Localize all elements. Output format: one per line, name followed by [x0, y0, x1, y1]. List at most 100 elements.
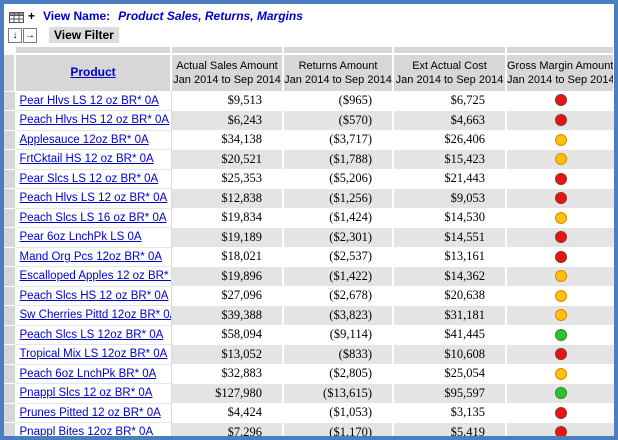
- row-handle: [4, 130, 15, 150]
- product-link[interactable]: Tropical Mix LS 12oz BR* 0A: [20, 348, 168, 360]
- returns-cell: ($1,424): [283, 208, 393, 228]
- product-cell: Peach 6oz LnchPk BR* 0A: [15, 364, 171, 384]
- report-titlebar: + View Name: Product Sales, Returns, Mar…: [4, 4, 614, 24]
- product-cell: Peach Slcs LS 12oz BR* 0A: [15, 325, 171, 345]
- actual-sales-cell: $39,388: [171, 306, 283, 326]
- product-link[interactable]: Peach Hlvs HS 12 oz BR* 0A: [20, 114, 170, 126]
- row-handle: [4, 189, 15, 209]
- returns-cell: ($5,206): [283, 169, 393, 189]
- expand-plus-icon[interactable]: +: [28, 10, 35, 22]
- returns-cell: ($9,114): [283, 325, 393, 345]
- status-yellow-circle-icon: [555, 290, 567, 302]
- ext-actual-cost-cell: $6,725: [393, 91, 506, 111]
- gross-margin-cell: [506, 364, 614, 384]
- product-link[interactable]: Escalloped Apples 12 oz BR* 0A: [20, 270, 172, 282]
- gross-margin-cell: [506, 150, 614, 170]
- ext-actual-cost-cell: $26,406: [393, 130, 506, 150]
- gross-margin-cell: [506, 345, 614, 365]
- column-header-ext-actual-cost: Ext Actual Cost Jan 2014 to Sep 2014: [393, 54, 506, 91]
- product-cell: Pnappl Slcs 12 oz BR* 0A: [15, 384, 171, 404]
- table-row: Peach Hlvs LS 12 oz BR* 0A$12,838($1,256…: [4, 189, 614, 209]
- row-handle: [4, 228, 15, 248]
- actual-sales-cell: $13,052: [171, 345, 283, 365]
- ext-actual-cost-cell: $95,597: [393, 384, 506, 404]
- status-red-circle-icon: [555, 231, 567, 243]
- product-cell: Tropical Mix LS 12oz BR* 0A: [15, 345, 171, 365]
- table-row: Peach Slcs LS 16 oz BR* 0A$19,834($1,424…: [4, 208, 614, 228]
- product-link[interactable]: Applesauce 12oz BR* 0A: [20, 134, 149, 146]
- table-row: Escalloped Apples 12 oz BR* 0A$19,896($1…: [4, 267, 614, 287]
- row-handle: [4, 169, 15, 189]
- corner-cell: [4, 54, 15, 91]
- product-link[interactable]: FrtCktail HS 12 oz BR* 0A: [20, 153, 154, 165]
- product-link[interactable]: Pear 6oz LnchPk LS 0A: [20, 231, 142, 243]
- returns-cell: ($1,170): [283, 423, 393, 440]
- gross-margin-cell: [506, 91, 614, 111]
- gross-margin-cell: [506, 306, 614, 326]
- product-link[interactable]: Prunes Pitted 12 oz BR* 0A: [20, 407, 161, 419]
- ext-actual-cost-cell: $41,445: [393, 325, 506, 345]
- actual-sales-cell: $20,521: [171, 150, 283, 170]
- product-cell: FrtCktail HS 12 oz BR* 0A: [15, 150, 171, 170]
- product-link[interactable]: Mand Org Pcs 12oz BR* 0A: [20, 251, 163, 263]
- product-cell: Peach Hlvs HS 12 oz BR* 0A: [15, 111, 171, 131]
- returns-cell: ($3,717): [283, 130, 393, 150]
- status-yellow-circle-icon: [555, 309, 567, 321]
- row-handle: [4, 423, 15, 440]
- product-link[interactable]: Pear Slcs LS 12 oz BR* 0A: [20, 173, 159, 185]
- status-green-circle-icon: [555, 329, 567, 341]
- returns-cell: ($2,805): [283, 364, 393, 384]
- ext-actual-cost-cell: $9,053: [393, 189, 506, 209]
- row-handle: [4, 150, 15, 170]
- column-header-product[interactable]: Product: [15, 54, 171, 91]
- actual-sales-cell: $7,296: [171, 423, 283, 440]
- row-handle: [4, 91, 15, 111]
- table-row: Mand Org Pcs 12oz BR* 0A$18,021($2,537)$…: [4, 247, 614, 267]
- row-handle: [4, 384, 15, 404]
- actual-sales-cell: $127,980: [171, 384, 283, 404]
- sort-right-arrow-icon[interactable]: →: [23, 28, 37, 43]
- table-row: Peach 6oz LnchPk BR* 0A$32,883($2,805)$2…: [4, 364, 614, 384]
- row-handle: [4, 325, 15, 345]
- status-yellow-circle-icon: [555, 134, 567, 146]
- ext-actual-cost-cell: $20,638: [393, 286, 506, 306]
- row-handle: [4, 364, 15, 384]
- product-cell: Applesauce 12oz BR* 0A: [15, 130, 171, 150]
- gross-margin-cell: [506, 228, 614, 248]
- actual-sales-cell: $25,353: [171, 169, 283, 189]
- actual-sales-cell: $9,513: [171, 91, 283, 111]
- view-name-label: View Name:: [43, 9, 110, 23]
- ext-actual-cost-cell: $21,443: [393, 169, 506, 189]
- row-handle: [4, 111, 15, 131]
- product-link[interactable]: Sw Cherries Pittd 12oz BR* 0A: [20, 309, 172, 321]
- ext-actual-cost-cell: $15,423: [393, 150, 506, 170]
- table-row: Prunes Pitted 12 oz BR* 0A$4,424($1,053)…: [4, 403, 614, 423]
- returns-cell: ($965): [283, 91, 393, 111]
- gross-margin-cell: [506, 403, 614, 423]
- product-cell: Escalloped Apples 12 oz BR* 0A: [15, 267, 171, 287]
- view-name-value: Product Sales, Returns, Margins: [118, 9, 303, 23]
- grid-view-icon[interactable]: [9, 10, 24, 21]
- product-link[interactable]: Peach Hlvs LS 12 oz BR* 0A: [20, 192, 168, 204]
- product-link[interactable]: Pnappl Slcs 12 oz BR* 0A: [20, 387, 153, 399]
- table-row: Peach Slcs HS 12 oz BR* 0A$27,096($2,678…: [4, 286, 614, 306]
- product-cell: Pear 6oz LnchPk LS 0A: [15, 228, 171, 248]
- product-link[interactable]: Peach 6oz LnchPk BR* 0A: [20, 368, 157, 380]
- sort-down-arrow-icon[interactable]: ↓: [8, 28, 22, 43]
- status-red-circle-icon: [555, 348, 567, 360]
- product-link[interactable]: Peach Slcs HS 12 oz BR* 0A: [20, 290, 169, 302]
- gross-margin-cell: [506, 111, 614, 131]
- ext-actual-cost-cell: $25,054: [393, 364, 506, 384]
- row-handle: [4, 403, 15, 423]
- status-red-circle-icon: [555, 173, 567, 185]
- row-handle: [4, 286, 15, 306]
- row-handle: [4, 247, 15, 267]
- product-link[interactable]: Pear Hlvs LS 12 oz BR* 0A: [20, 95, 159, 107]
- view-filter-button[interactable]: View Filter: [49, 27, 119, 43]
- product-link[interactable]: Peach Slcs LS 12oz BR* 0A: [20, 329, 164, 341]
- product-link[interactable]: Peach Slcs LS 16 oz BR* 0A: [20, 212, 167, 224]
- product-cell: Peach Slcs HS 12 oz BR* 0A: [15, 286, 171, 306]
- view-filter-toolbar: ↓ → View Filter: [4, 26, 614, 44]
- ext-actual-cost-cell: $14,551: [393, 228, 506, 248]
- product-link[interactable]: Pnappl Bites 12oz BR* 0A: [20, 426, 154, 438]
